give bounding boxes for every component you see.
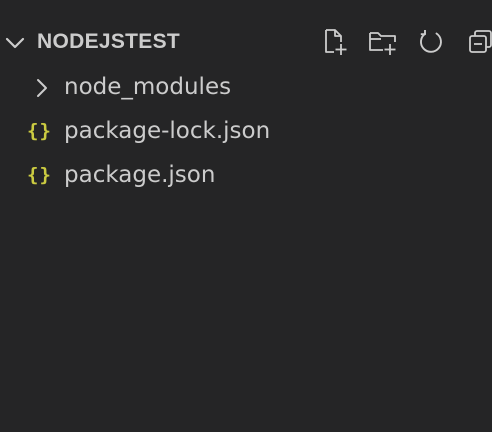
- refresh-icon[interactable]: [414, 26, 448, 58]
- tree-item-label: package.json: [64, 162, 216, 188]
- chevron-down-icon[interactable]: [4, 32, 26, 54]
- collapse-all-icon[interactable]: [464, 26, 492, 58]
- folder-title: NODEJSTEST: [37, 30, 181, 53]
- json-icon: {}: [27, 120, 52, 142]
- new-folder-icon[interactable]: [365, 26, 399, 58]
- chevron-right-icon[interactable]: [34, 77, 50, 103]
- json-icon: {}: [27, 164, 52, 186]
- tree-item-label: node_modules: [64, 74, 232, 100]
- tree-item-label: package-lock.json: [64, 118, 271, 144]
- tree-item-node-modules[interactable]: node_modules: [0, 66, 492, 110]
- explorer-panel: NODEJSTEST node_modules {} package-lock.…: [0, 0, 492, 432]
- tree-item-package-json[interactable]: {} package.json: [0, 154, 492, 198]
- tree-item-package-lock-json[interactable]: {} package-lock.json: [0, 110, 492, 154]
- folder-header[interactable]: NODEJSTEST: [0, 20, 492, 64]
- new-file-icon[interactable]: [318, 26, 352, 58]
